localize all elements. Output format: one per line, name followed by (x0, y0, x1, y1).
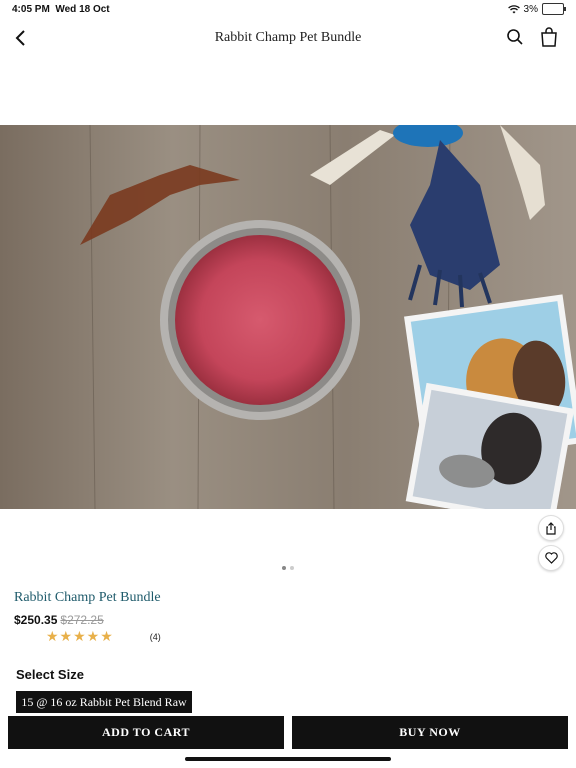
share-icon (546, 521, 556, 535)
heart-icon (544, 552, 558, 564)
select-size-label: Select Size (16, 667, 84, 682)
carousel-indicator (0, 566, 576, 570)
star-rating-icon: ★★★★★ (46, 628, 114, 644)
cta-bar: ADD TO CART BUY NOW (8, 716, 568, 749)
search-button[interactable] (504, 26, 526, 48)
wifi-icon (507, 4, 520, 13)
cart-button[interactable] (538, 26, 560, 48)
current-price: $250.35 (14, 613, 58, 627)
shopping-bag-icon (541, 27, 557, 47)
battery-percent: 3% (523, 3, 538, 15)
size-option-selected[interactable]: 15 @ 16 oz Rabbit Pet Blend Raw (16, 691, 192, 713)
product-name: Rabbit Champ Pet Bundle (14, 590, 161, 605)
nav-actions (504, 26, 560, 48)
review-count: (4) (149, 631, 161, 642)
carousel-dot[interactable] (290, 566, 294, 570)
product-image[interactable] (0, 125, 576, 509)
add-to-cart-button[interactable]: ADD TO CART (8, 716, 284, 749)
status-time: 4:05 PM Wed 18 Oct (12, 4, 110, 15)
nav-bar: Rabbit Champ Pet Bundle (0, 24, 576, 52)
carousel-dot[interactable] (282, 566, 286, 570)
buy-now-button[interactable]: BUY NOW (292, 716, 568, 749)
page-title: Rabbit Champ Pet Bundle (214, 30, 362, 45)
original-price: $272.25 (60, 613, 104, 627)
share-button[interactable] (538, 515, 564, 541)
status-bar: 4:05 PM Wed 18 Oct 3% (0, 0, 576, 20)
search-icon (507, 29, 523, 45)
battery-icon (542, 3, 566, 15)
home-indicator (185, 757, 391, 761)
price-row: $250.35 $272.25 (14, 613, 104, 627)
status-indicators: 3% (507, 3, 566, 15)
rating[interactable]: ★★★★★ (4) (46, 628, 161, 645)
